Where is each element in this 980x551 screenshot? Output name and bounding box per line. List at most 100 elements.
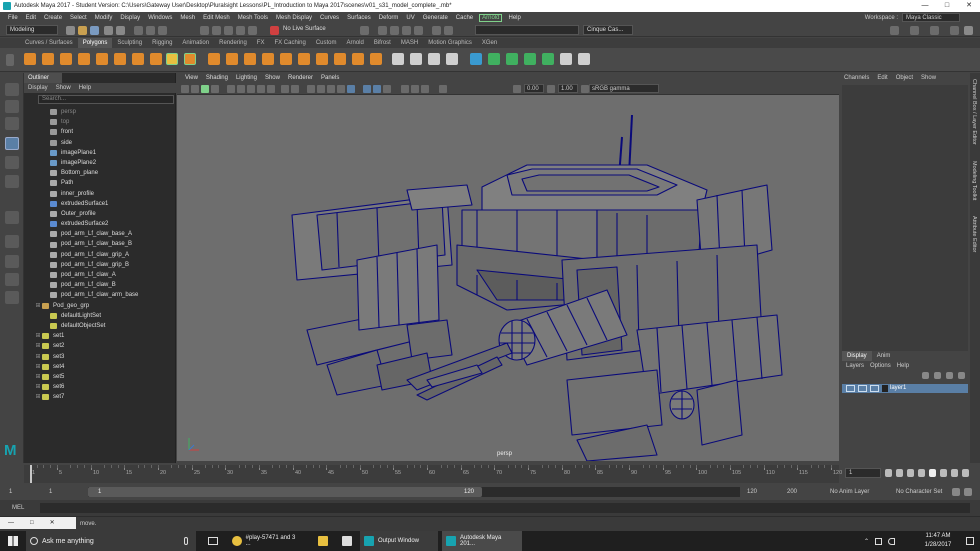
boolean-intersect-icon[interactable]: [298, 53, 310, 65]
shelf-settings-icon[interactable]: [6, 54, 14, 66]
shelf-tab-rigging[interactable]: Rigging: [147, 38, 177, 48]
wireframe-icon[interactable]: [307, 85, 315, 93]
type-icon[interactable]: [166, 53, 178, 65]
shelf-tab-curves-surfaces[interactable]: Curves / Surfaces: [20, 38, 78, 48]
menu-modify[interactable]: Modify: [91, 15, 117, 21]
poly-torus-icon[interactable]: [96, 53, 108, 65]
persp-outliner-icon[interactable]: [5, 273, 19, 286]
viewport-menu-shading[interactable]: Shading: [202, 73, 232, 83]
layer-color-swatch[interactable]: [882, 385, 888, 392]
poly-cylinder-icon[interactable]: [60, 53, 72, 65]
menu-mesh[interactable]: Mesh: [176, 15, 199, 21]
menu-mesh-display[interactable]: Mesh Display: [272, 15, 316, 21]
new-layer-icon[interactable]: [922, 372, 929, 379]
checker-icon[interactable]: [560, 53, 572, 65]
snap-grid-icon[interactable]: [200, 26, 209, 35]
layer-menu-help[interactable]: Help: [897, 361, 909, 371]
start-time-field[interactable]: 1: [6, 487, 42, 497]
menu-edit-mesh[interactable]: Edit Mesh: [199, 15, 234, 21]
side-tab-modeling-toolkit[interactable]: Modeling Toolkit: [971, 161, 977, 200]
grid-toggle-icon[interactable]: [227, 85, 235, 93]
maximize-button[interactable]: □: [936, 0, 958, 12]
ao-icon[interactable]: [401, 85, 409, 93]
outliner-item[interactable]: ⊞ set7: [24, 392, 176, 402]
boolean-diff-icon[interactable]: [280, 53, 292, 65]
channel-box-icon[interactable]: [964, 26, 973, 35]
gamma-field[interactable]: 1.00: [558, 84, 578, 93]
menu-cache[interactable]: Cache: [452, 15, 477, 21]
outliner-item[interactable]: pod_arm_Lf_claw_arm_base: [24, 290, 176, 300]
anim-layer-combo[interactable]: No Anim Layer: [830, 487, 882, 497]
scale-tool-icon[interactable]: [5, 175, 19, 188]
store-icon[interactable]: [338, 531, 356, 551]
step-forward-frame-icon[interactable]: [940, 469, 947, 477]
history-icon[interactable]: [360, 26, 369, 35]
outliner-item[interactable]: front: [24, 127, 176, 137]
expand-icon[interactable]: ⊞: [34, 341, 42, 351]
side-tab-channel-box[interactable]: Channel Box / Layer Editor: [971, 79, 977, 145]
select-object-icon[interactable]: [146, 26, 155, 35]
current-frame-field[interactable]: 1: [845, 468, 881, 478]
outliner-item[interactable]: ⊞ set6: [24, 382, 176, 392]
playback-start-field[interactable]: 1: [46, 487, 82, 497]
render-icon[interactable]: [378, 26, 387, 35]
extrude-icon[interactable]: [334, 53, 346, 65]
snap-surface-icon[interactable]: [248, 26, 257, 35]
outliner-item[interactable]: extrudedSurface2: [24, 219, 176, 229]
smooth-shade-icon[interactable]: [317, 85, 325, 93]
poly-disc-icon[interactable]: [132, 53, 144, 65]
resolution-gate-icon[interactable]: [247, 85, 255, 93]
ipr-render-icon[interactable]: [390, 26, 399, 35]
move-tool-icon[interactable]: [5, 137, 19, 150]
layer-playback-toggle[interactable]: [870, 385, 879, 392]
layer-template-toggle[interactable]: [858, 385, 867, 392]
planar-uv-icon[interactable]: [488, 53, 500, 65]
cortana-search[interactable]: Ask me anything: [26, 531, 196, 551]
taskbar-app-output[interactable]: Output Window: [360, 531, 438, 551]
viewport-menu-panels[interactable]: Panels: [317, 73, 343, 83]
snap-view-icon[interactable]: [236, 26, 245, 35]
layer-tab-anim[interactable]: Anim: [872, 351, 896, 361]
range-bar-handle[interactable]: 1 120: [88, 487, 482, 497]
character-set-combo[interactable]: No Character Set: [896, 487, 948, 497]
outliner-menu-display[interactable]: Display: [28, 83, 48, 93]
shelf-tab-xgen[interactable]: XGen: [477, 38, 502, 48]
field-chart-icon[interactable]: [267, 85, 275, 93]
mirror-icon[interactable]: [316, 53, 328, 65]
menu-edit[interactable]: Edit: [22, 15, 40, 21]
modeling-toolkit-icon[interactable]: [910, 26, 919, 35]
viewport-menu-renderer[interactable]: Renderer: [284, 73, 317, 83]
select-hierarchy-icon[interactable]: [134, 26, 143, 35]
multi-cut-icon[interactable]: [410, 53, 422, 65]
poly-plane-icon[interactable]: [114, 53, 126, 65]
perspective-viewport[interactable]: persp: [177, 95, 839, 461]
snap-curve-icon[interactable]: [212, 26, 221, 35]
save-scene-icon[interactable]: [90, 26, 99, 35]
outliner-item[interactable]: extrudedSurface1: [24, 199, 176, 209]
play-backwards-icon[interactable]: [918, 469, 925, 477]
layer-visibility-toggle[interactable]: [846, 385, 855, 392]
outliner-item[interactable]: ⊞ set3: [24, 352, 176, 362]
boolean-union-icon[interactable]: [262, 53, 274, 65]
film-gate-icon[interactable]: [237, 85, 245, 93]
outliner-item[interactable]: Bottom_plane: [24, 168, 176, 178]
menu-curves[interactable]: Curves: [316, 15, 343, 21]
cylindrical-uv-icon[interactable]: [506, 53, 518, 65]
go-to-start-icon[interactable]: [885, 469, 892, 477]
xray-icon[interactable]: [373, 85, 381, 93]
shelf-tab-custom[interactable]: Custom: [311, 38, 342, 48]
outliner-item[interactable]: ⊞ set2: [24, 341, 176, 351]
poly-cone-icon[interactable]: [78, 53, 90, 65]
shelf-tab-bifrost[interactable]: Bifrost: [369, 38, 396, 48]
play-forwards-icon[interactable]: [929, 469, 936, 477]
outliner-item[interactable]: Path: [24, 178, 176, 188]
gate-mask-icon[interactable]: [257, 85, 265, 93]
shelf-tab-rendering[interactable]: Rendering: [214, 38, 252, 48]
move-layer-down-icon[interactable]: [958, 372, 965, 379]
outliner-item[interactable]: defaultObjectSet: [24, 321, 176, 331]
timeline[interactable]: 1 5 10 15 20 25 30 35 40 45 50 55 60 65 70 75 80 85 90 95 10…: [24, 465, 842, 483]
unfold-icon[interactable]: [578, 53, 590, 65]
arnold-ipr-icon[interactable]: [444, 26, 453, 35]
camera-combo[interactable]: Cinque Cas...: [583, 25, 633, 35]
undo-icon[interactable]: [104, 26, 113, 35]
